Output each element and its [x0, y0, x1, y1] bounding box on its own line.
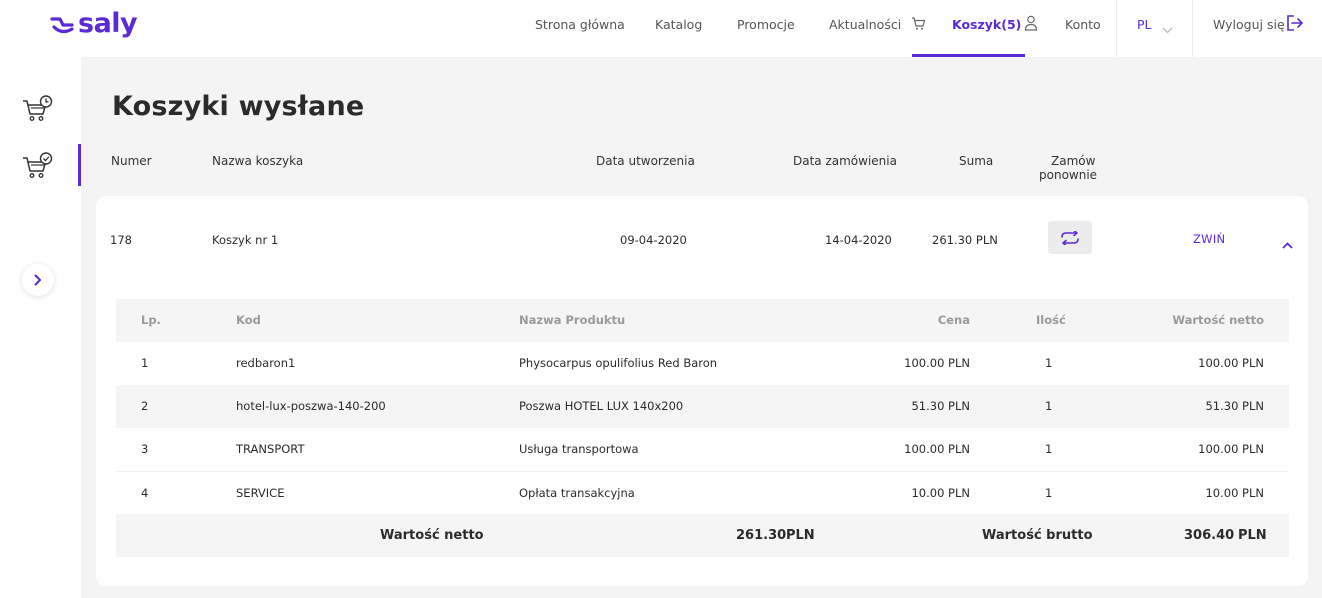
summary-net-value: 261.30 — [736, 528, 787, 543]
logout-icon[interactable] — [1286, 15, 1304, 35]
basket-name: Koszyk nr 1 — [212, 233, 279, 247]
row-code: TRANSPORT — [236, 442, 305, 456]
collapse-link[interactable]: ZWIŃ — [1193, 232, 1225, 246]
row-qty: 1 — [1045, 356, 1053, 370]
brand-name: saly — [78, 8, 138, 39]
summary-net-label: Wartość netto — [380, 528, 484, 543]
row-price: 100.00 PLN — [904, 442, 970, 456]
row-qty: 1 — [1045, 486, 1053, 500]
basket-sum: 261.30 PLN — [932, 233, 998, 247]
chevron-down-icon[interactable] — [1162, 19, 1173, 38]
summary-gross-currency: PLN — [1238, 528, 1267, 543]
top-header: saly Strona główna Katalog Promocje Aktu… — [0, 0, 1322, 57]
chevron-right-icon — [34, 274, 41, 286]
column-header-reorder-line2: ponownie — [1039, 168, 1098, 182]
row-price: 51.30 PLN — [911, 399, 970, 413]
logout-link[interactable]: Wyloguj się — [1213, 17, 1285, 32]
nav-link-account[interactable]: Konto — [1065, 17, 1101, 32]
user-icon[interactable] — [1024, 15, 1038, 35]
chevron-up-icon[interactable] — [1282, 234, 1293, 253]
row-product: Usługa transportowa — [519, 442, 639, 456]
divider — [1116, 0, 1117, 57]
row-net: 51.30 PLN — [1205, 399, 1264, 413]
row-price: 10.00 PLN — [911, 486, 970, 500]
refresh-icon — [1061, 230, 1079, 245]
table-header-net: Wartość netto — [1172, 313, 1264, 327]
summary-gross-value: 306.40 — [1184, 528, 1235, 543]
row-net: 10.00 PLN — [1205, 486, 1264, 500]
logo-mark-icon — [50, 17, 74, 34]
row-product: Physocarpus opulifolius Red Baron — [519, 356, 718, 370]
basket-ordered-date: 14-04-2020 — [825, 233, 892, 247]
table-header-product: Nazwa Produktu — [519, 313, 626, 327]
row-net: 100.00 PLN — [1198, 356, 1264, 370]
table-header-code: Kod — [236, 313, 261, 327]
column-header-reorder: Zamów — [1051, 154, 1096, 168]
column-header-ordered: Data zamówienia — [793, 154, 897, 168]
column-header-number: Numer — [111, 154, 152, 168]
table-header-qty: Ilość — [1036, 313, 1066, 327]
row-lp: 3 — [141, 442, 149, 456]
column-header-sum: Suma — [959, 154, 994, 168]
table-header-lp: Lp. — [141, 313, 161, 327]
summary-net-currency: PLN — [786, 528, 815, 543]
sidebar — [0, 57, 81, 598]
nav-link-cart[interactable]: Koszyk(5) — [952, 17, 1021, 32]
sidebar-active-indicator — [78, 144, 81, 186]
row-qty: 1 — [1045, 399, 1053, 413]
cart-check-icon[interactable] — [21, 152, 53, 184]
cart-clock-icon[interactable] — [21, 95, 53, 127]
nav-link-news[interactable]: Aktualności — [829, 17, 901, 32]
row-code: SERVICE — [236, 486, 285, 500]
nav-link-catalog[interactable]: Katalog — [655, 17, 702, 32]
row-product: Opłata transakcyjna — [519, 486, 635, 500]
reorder-button[interactable] — [1048, 221, 1092, 254]
cart-icon[interactable] — [911, 16, 926, 35]
row-price: 100.00 PLN — [904, 356, 970, 370]
column-header-created: Data utworzenia — [596, 154, 695, 168]
row-product: Poszwa HOTEL LUX 140x200 — [519, 399, 684, 413]
active-nav-underline — [912, 54, 1025, 57]
basket-number: 178 — [110, 233, 132, 247]
table-row: 4 SERVICE Opłata transakcyjna 10.00 PLN … — [116, 471, 1289, 514]
brand-logo[interactable]: saly — [50, 8, 138, 39]
table-row: 1 redbaron1 Physocarpus opulifolius Red … — [116, 342, 1289, 385]
page-title: Koszyki wysłane — [112, 91, 365, 122]
row-net: 100.00 PLN — [1198, 442, 1264, 456]
divider — [1192, 0, 1193, 57]
basket-card: 178 Koszyk nr 1 09-04-2020 14-04-2020 26… — [96, 196, 1308, 586]
row-qty: 1 — [1045, 442, 1053, 456]
row-lp: 2 — [141, 399, 149, 413]
table-row: 2 hotel-lux-poszwa-140-200 Poszwa HOTEL … — [116, 385, 1289, 428]
table-header-row: Lp. Kod Nazwa Produktu Cena Ilość Wartoś… — [116, 299, 1289, 342]
row-code: hotel-lux-poszwa-140-200 — [236, 399, 386, 413]
basket-created-date: 09-04-2020 — [620, 233, 687, 247]
table-summary-row: Wartość netto 261.30 PLN Wartość brutto … — [116, 514, 1289, 557]
basket-items-table: Lp. Kod Nazwa Produktu Cena Ilość Wartoś… — [116, 299, 1289, 557]
row-code: redbaron1 — [236, 356, 296, 370]
row-lp: 1 — [141, 356, 149, 370]
row-lp: 4 — [141, 486, 149, 500]
table-header-price: Cena — [937, 313, 970, 327]
summary-gross-label: Wartość brutto — [982, 528, 1093, 543]
sidebar-expand-button[interactable] — [22, 264, 54, 296]
nav-link-promotions[interactable]: Promocje — [737, 17, 795, 32]
table-row: 3 TRANSPORT Usługa transportowa 100.00 P… — [116, 428, 1289, 471]
language-selector[interactable]: PL — [1137, 17, 1152, 32]
column-header-name: Nazwa koszyka — [212, 154, 304, 168]
nav-link-home[interactable]: Strona główna — [535, 17, 625, 32]
